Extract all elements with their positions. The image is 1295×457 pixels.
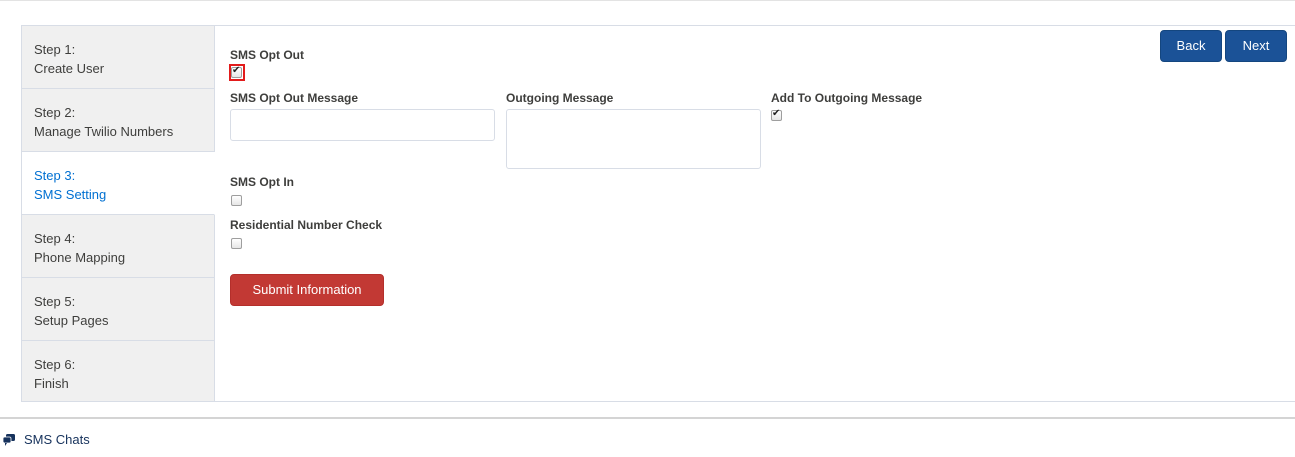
add-to-outgoing-message-label: Add To Outgoing Message [771,91,923,105]
step-label: Create User [34,61,105,76]
step-manage-twilio-numbers[interactable]: Step 2: Manage Twilio Numbers [22,89,214,152]
step-number: Step 5: [34,294,76,309]
outgoing-message-label: Outgoing Message [506,91,614,105]
sms-opt-out-label: SMS Opt Out [230,48,304,62]
back-button[interactable]: Back [1160,30,1222,62]
sms-opt-out-message-input[interactable] [230,109,495,141]
sms-opt-in-checkbox[interactable] [231,195,242,206]
submit-information-button[interactable]: Submit Information [230,274,384,306]
step-label: Phone Mapping [34,250,126,265]
setup-wizard: Step 1: Create User Step 2: Manage Twili… [21,25,1295,402]
step-number: Step 1: [34,42,76,57]
outgoing-message-textarea[interactable] [506,109,761,169]
residential-number-check-label: Residential Number Check [230,218,383,232]
step-number: Step 6: [34,357,76,372]
step-number: Step 2: [34,105,76,120]
step-setup-pages[interactable]: Step 5: Setup Pages [22,278,214,341]
step-number: Step 4: [34,231,76,246]
step-label: Finish [34,376,69,391]
next-button[interactable]: Next [1225,30,1287,62]
sms-chats-link[interactable]: SMS Chats [24,432,90,447]
wizard-steps: Step 1: Create User Step 2: Manage Twili… [22,26,215,401]
step-label: Manage Twilio Numbers [34,124,174,139]
step-phone-mapping[interactable]: Step 4: Phone Mapping [22,215,214,278]
residential-number-check-checkbox[interactable] [231,238,242,249]
chat-bubble-icon [3,434,15,446]
step-sms-setting[interactable]: Step 3: SMS Setting [22,152,215,215]
step-finish[interactable]: Step 6: Finish [22,341,214,401]
utility-bar: SMS Chats [0,417,1295,457]
step-create-user[interactable]: Step 1: Create User [22,26,214,89]
step-number: Step 3: [34,168,76,183]
step-label: Setup Pages [34,313,109,328]
sms-opt-out-checkbox[interactable] [231,65,242,78]
sms-opt-out-message-label: SMS Opt Out Message [230,91,359,105]
sms-opt-in-label: SMS Opt In [230,175,294,189]
step-label: SMS Setting [34,187,107,202]
top-divider [0,0,1295,1]
add-to-outgoing-message-checkbox[interactable] [771,108,782,121]
